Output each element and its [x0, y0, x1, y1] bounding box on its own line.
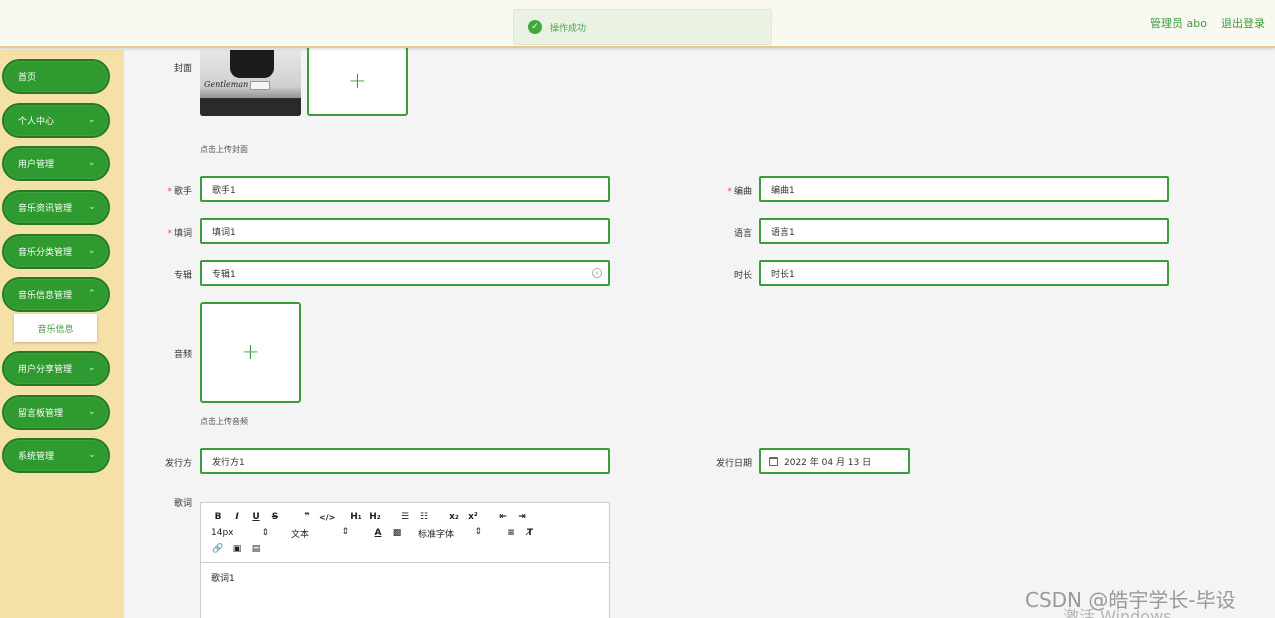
outdent-button[interactable]: ⇤ [496, 512, 510, 522]
plus-icon: + [348, 68, 367, 94]
album-input[interactable]: 专辑1 × [200, 260, 610, 286]
release-date-picker[interactable]: 2022 年 04 月 13 日 [759, 448, 910, 474]
admin-user-label[interactable]: 管理员 abo [1150, 15, 1207, 31]
calendar-icon [769, 456, 778, 466]
publisher-input[interactable]: 发行方1 [200, 448, 610, 474]
singer-input[interactable]: 歌手1 [200, 176, 610, 202]
language-input[interactable]: 语言1 [759, 218, 1169, 244]
release-date-label: 发行日期 [715, 459, 752, 469]
sidebar-item-label: 留言板管理 [18, 409, 64, 419]
sidebar-item-message-board[interactable]: 留言板管理 ⌄ [2, 395, 110, 430]
video-icon[interactable]: ▤ [249, 544, 263, 554]
sort-arrows-icon: ⇕ [341, 526, 349, 537]
sidebar-item-label: 系统管理 [18, 452, 55, 462]
underline-button[interactable]: U [249, 512, 263, 522]
cover-upload-button[interactable]: + [307, 46, 408, 116]
rich-text-editor[interactable]: B I U S ❞ </> H₁ H₂ ☰ ☷ x₂ x² ⇤ ⇥ 14px⇕ [200, 502, 610, 618]
font-color-button[interactable]: A [371, 528, 385, 538]
duration-label: 时长 [733, 271, 752, 281]
chevron-down-icon: ⌄ [88, 450, 96, 460]
composer-label: * 编曲 [727, 187, 752, 197]
editor-toolbar: B I U S ❞ </> H₁ H₂ ☰ ☷ x₂ x² ⇤ ⇥ 14px⇕ [201, 503, 609, 563]
windows-activation-watermark: 激活 Windows [1063, 607, 1172, 618]
user-area: 管理员 abo 退出登录 [1150, 15, 1265, 31]
strike-button[interactable]: S [268, 512, 282, 522]
composer-input[interactable]: 编曲1 [759, 176, 1169, 202]
toast-message: 操作成功 [550, 23, 587, 34]
sidebar-item-label: 音乐资讯管理 [18, 204, 73, 214]
subscript-button[interactable]: x₂ [447, 512, 461, 522]
bullet-list-button[interactable]: ☷ [417, 512, 431, 522]
h2-button[interactable]: H₂ [368, 512, 382, 522]
clear-icon[interactable]: × [592, 268, 602, 278]
sidebar-item-label: 音乐信息管理 [18, 291, 73, 301]
sidebar-item-music-category[interactable]: 音乐分类管理 ⌄ [2, 234, 110, 269]
sort-arrows-icon: ⇕ [261, 528, 269, 538]
cover-thumbnail[interactable]: Gentleman [200, 50, 301, 116]
album-label: 专辑 [173, 271, 192, 281]
sidebar-item-label: 首页 [18, 73, 37, 83]
italic-button[interactable]: I [230, 512, 244, 522]
superscript-button[interactable]: x² [466, 512, 480, 522]
sidebar-subitem-music-info[interactable]: 音乐信息 [14, 314, 97, 342]
text-style-select[interactable]: 文本 ⇕ [291, 527, 349, 540]
lyricist-label: * 填词 [167, 229, 192, 239]
check-icon: ✓ [528, 20, 542, 34]
indent-button[interactable]: ⇥ [515, 512, 529, 522]
h1-button[interactable]: H₁ [349, 512, 363, 522]
background-color-button[interactable]: ▩ [390, 528, 404, 538]
align-button[interactable]: ≡ [504, 528, 518, 538]
clear-format-button[interactable]: T̸ [523, 528, 537, 538]
audio-label: 音频 [173, 350, 192, 360]
sidebar-item-system[interactable]: 系统管理 ⌄ [2, 438, 110, 473]
chevron-down-icon: ⌄ [88, 246, 96, 256]
chevron-down-icon: ⌄ [88, 158, 96, 168]
ordered-list-button[interactable]: ☰ [398, 512, 412, 522]
font-family-select[interactable]: 标准字体 ⇕ [418, 527, 482, 540]
lyricist-input[interactable]: 填词1 [200, 218, 610, 244]
image-icon[interactable]: ▣ [230, 544, 244, 554]
sidebar-item-user-share[interactable]: 用户分享管理 ⌄ [2, 351, 110, 386]
audio-upload-hint: 点击上传音频 [200, 417, 248, 426]
chevron-down-icon: ⌄ [88, 115, 96, 125]
audio-upload-button[interactable]: + [200, 302, 301, 403]
cover-label: 封面 [173, 64, 192, 74]
editor-content[interactable]: 歌词1 [201, 563, 609, 592]
sidebar-item-music-news[interactable]: 音乐资讯管理 ⌄ [2, 190, 110, 225]
sidebar-item-music-info[interactable]: 音乐信息管理 ⌃ [2, 277, 110, 312]
chevron-down-icon: ⌄ [88, 363, 96, 373]
sidebar-item-home[interactable]: 首页 [2, 59, 110, 94]
main-form-area: 封面 Gentleman + 点击上传封面 * 歌手 歌手1 * 编曲 编曲1 * 填… [124, 46, 1275, 618]
success-toast: ✓ 操作成功 [513, 9, 772, 45]
publisher-label: 发行方 [164, 459, 192, 469]
chevron-down-icon: ⌄ [88, 407, 96, 417]
sidebar-item-user-management[interactable]: 用户管理 ⌄ [2, 146, 110, 181]
language-label: 语言 [733, 229, 752, 239]
chevron-up-icon: ⌃ [88, 289, 96, 299]
sidebar-item-label: 音乐分类管理 [18, 248, 73, 258]
bold-button[interactable]: B [211, 512, 225, 522]
lyrics-label: 歌词 [173, 499, 192, 509]
sidebar-item-label: 用户分享管理 [18, 365, 73, 375]
sort-arrows-icon: ⇕ [474, 526, 482, 537]
chevron-down-icon: ⌄ [88, 202, 96, 212]
duration-input[interactable]: 时长1 [759, 260, 1169, 286]
link-icon[interactable]: 🔗 [211, 544, 225, 554]
plus-icon: + [241, 340, 260, 365]
font-size-select[interactable]: 14px ⇕ [211, 528, 269, 538]
code-button[interactable]: </> [319, 513, 335, 522]
quote-button[interactable]: ❞ [300, 512, 314, 522]
singer-label: * 歌手 [167, 187, 192, 197]
cover-upload-hint: 点击上传封面 [200, 145, 248, 154]
sidebar-item-personal-center[interactable]: 个人中心 ⌄ [2, 103, 110, 138]
sidebar: 首页 个人中心 ⌄ 用户管理 ⌄ 音乐资讯管理 ⌄ 音乐分类管理 ⌄ 音乐信息管… [0, 50, 124, 618]
sidebar-item-label: 个人中心 [18, 117, 55, 127]
logout-link[interactable]: 退出登录 [1221, 15, 1265, 31]
sidebar-item-label: 用户管理 [18, 160, 55, 170]
